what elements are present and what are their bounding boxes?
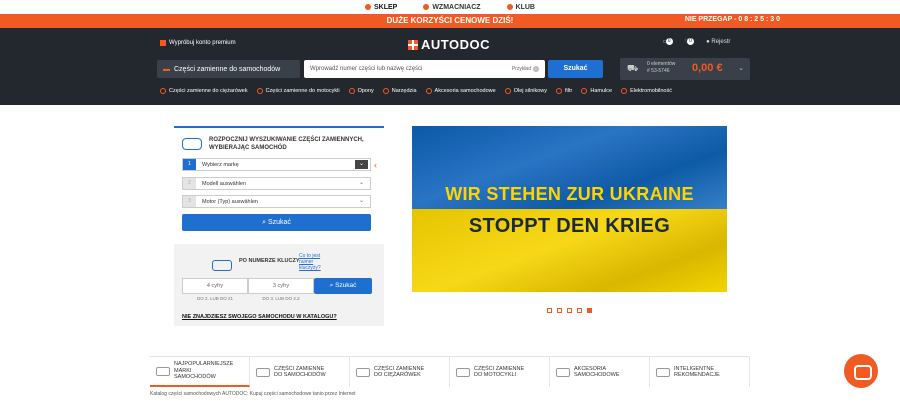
user-icon: ● xyxy=(706,38,710,45)
chevron-down-icon: ⌄ xyxy=(358,180,365,186)
tab-recommendations[interactable]: INTELIGENTNE REKOMENDACJE xyxy=(650,357,750,387)
car-brand-icon xyxy=(156,366,170,376)
category-oil[interactable]: Olej silnikowy xyxy=(504,88,547,94)
recommendation-icon xyxy=(656,367,670,377)
key-hint-2: DO 3. LUB DO 2.2 xyxy=(262,296,300,301)
search-icon: ⌕ xyxy=(329,282,334,289)
logo-cross-icon xyxy=(408,39,418,50)
brand-select[interactable]: 1 Wybierz markę ⌄ xyxy=(182,158,371,171)
carousel-dot[interactable] xyxy=(547,308,552,313)
search-button[interactable]: Szukać xyxy=(548,60,603,78)
shop-icon xyxy=(364,4,371,10)
amplifier-icon xyxy=(423,4,430,10)
wishlist-badge: 0 xyxy=(687,38,695,45)
accessory-icon xyxy=(425,88,432,94)
model-select[interactable]: 2 Modell auswählen ⌄ xyxy=(182,177,371,190)
cart-number: # 53-5746 xyxy=(647,68,670,74)
nav-club[interactable]: KLUB xyxy=(506,4,535,11)
category-menu-button[interactable]: ▬ Części zamienne do samochodów xyxy=(157,60,300,78)
category-motorcycles[interactable]: Części zamienne do motocykli xyxy=(256,88,340,94)
category-brakes[interactable]: Hamulce xyxy=(581,88,612,94)
garage-badge: 0 xyxy=(665,38,673,45)
cart-icon: ⛟ xyxy=(627,63,639,73)
carousel-dot[interactable] xyxy=(567,308,572,313)
category-tires[interactable]: Opony xyxy=(348,88,374,94)
category-filter[interactable]: filtr xyxy=(556,88,572,94)
top-nav: SKLEP WZMACNIACZ KLUB xyxy=(0,0,900,14)
header: Wypróbuj konto premium AUTODOC ▭0 ♡0 ● R… xyxy=(0,28,900,105)
truck-icon xyxy=(356,367,370,377)
tool-icon xyxy=(382,88,389,94)
carousel-dots xyxy=(547,308,592,313)
selector-title: ROZPOCZNIJ WYSZUKIWANIE CZĘŚCI ZAMIENNYC… xyxy=(209,137,364,151)
cart-button[interactable]: ⛟ 0 elementów # 53-5746 0,00 € ⌄ xyxy=(620,58,750,80)
premium-icon xyxy=(160,40,166,46)
category-emobility[interactable]: Elektromobilność xyxy=(621,88,672,94)
search-input[interactable]: Wprowadź numer części lub nazwę części Pr… xyxy=(304,60,545,78)
key-number-input-4[interactable]: 4 cyfry xyxy=(182,278,248,294)
promo-bar[interactable]: DUŻE KORZYŚCI CENOWE DZIŚ! NIE PRZEGAP -… xyxy=(0,14,900,28)
chevron-down-icon: ⌄ xyxy=(358,198,365,204)
catalog-tabs: NAJPOPULARNIEJSZE MARKI SAMOCHODÓW CZĘŚCI … xyxy=(150,356,750,387)
cart-price: 0,00 € xyxy=(692,62,723,74)
header-icons: ▭0 ♡0 ● Rejestr xyxy=(663,38,730,45)
tab-motorcycle-parts[interactable]: CZĘŚCI ZAMIENNE DO MOTOCYKLI xyxy=(450,357,550,387)
search-icon: ⌕ xyxy=(262,219,266,226)
key-search-button[interactable]: ⌕ Szukać xyxy=(314,278,372,294)
hero-banner[interactable]: WIR STEHEN ZUR UKRAINE STOPPT DEN KRIEG xyxy=(412,126,727,292)
banner-line-1: WIR STEHEN ZUR UKRAINE xyxy=(445,184,694,204)
footer-text: Katalog części samochodowych AUTODOC: Ku… xyxy=(150,391,356,397)
club-icon xyxy=(506,4,513,10)
tire-icon xyxy=(348,88,355,94)
chevron-down-icon: ⌄ xyxy=(355,160,368,169)
register-link[interactable]: ● Rejestr xyxy=(706,39,730,45)
promo-countdown: NIE PRZEGAP - 0 8 : 2 5 : 3 0 xyxy=(684,16,780,23)
motorcycle-icon xyxy=(456,367,470,377)
wishlist-button[interactable]: ♡0 xyxy=(685,38,695,45)
motorcycle-icon xyxy=(256,88,263,94)
key-hint-1: DO 2. LUB DO 21 xyxy=(196,296,233,301)
key-car-icon xyxy=(212,260,232,271)
key-number-input-3[interactable]: 3 cyfry xyxy=(248,278,314,294)
chevron-down-icon: ⌄ xyxy=(738,65,744,72)
truck-icon xyxy=(160,88,166,94)
key-number-help-link[interactable]: Co to jest numer kluczyży? xyxy=(299,253,321,271)
tab-car-parts[interactable]: CZĘŚCI ZAMIENNE DO SAMOCHODÓW xyxy=(250,357,350,387)
search-example[interactable]: Przykład i xyxy=(512,66,539,72)
plug-icon xyxy=(621,88,628,94)
info-icon: i xyxy=(533,66,539,72)
nav-amplifier[interactable]: WZMACNIACZ xyxy=(423,4,481,11)
selector-search-button[interactable]: ⌕ Szukać xyxy=(182,214,371,231)
carousel-dot[interactable] xyxy=(557,308,562,313)
brake-icon xyxy=(581,88,588,94)
category-nav: Części zamienne do ciężarówek Części zam… xyxy=(160,88,672,94)
key-number-title: PO NUMERZE KLUCZY xyxy=(239,258,300,264)
cart-count: 0 elementów xyxy=(647,61,676,67)
filter-icon xyxy=(556,88,563,94)
carousel-dot[interactable] xyxy=(577,308,582,313)
car-icon: ▬ xyxy=(163,65,170,73)
car-not-found-link[interactable]: NIE ZNAJDZIESZ SWOJEGO SAMOCHODU W KATAL… xyxy=(182,314,337,320)
tab-popular-brands[interactable]: NAJPOPULARNIEJSZE MARKI SAMOCHODÓW xyxy=(150,357,250,387)
chevron-left-icon[interactable]: ‹ xyxy=(374,160,377,170)
accessory-icon xyxy=(556,367,570,377)
car-selector-panel: ROZPOCZNIJ WYSZUKIWANIE CZĘŚCI ZAMIENNYC… xyxy=(174,126,384,326)
category-tools[interactable]: Narzędzia xyxy=(382,88,417,94)
category-trucks[interactable]: Części zamienne do ciężarówek xyxy=(160,88,248,94)
car-part-icon xyxy=(256,367,270,377)
garage-button[interactable]: ▭0 xyxy=(663,38,673,45)
car-icon xyxy=(182,138,202,150)
logo[interactable]: AUTODOC xyxy=(408,37,490,52)
tab-truck-parts[interactable]: CZĘŚCI ZAMIENNE DO CIĘŻARÓWEK xyxy=(350,357,450,387)
chat-button[interactable] xyxy=(844,354,878,388)
oil-icon xyxy=(504,88,511,94)
tab-accessories[interactable]: AKCESORIA SAMOCHODOWE xyxy=(550,357,650,387)
premium-link[interactable]: Wypróbuj konto premium xyxy=(160,40,236,46)
nav-shop[interactable]: SKLEP xyxy=(364,4,397,11)
category-accessories[interactable]: Akcesoria samochodowe xyxy=(425,88,496,94)
engine-select[interactable]: 3 Motor (Typ) auswählen ⌄ xyxy=(182,195,371,208)
banner-line-2: STOPPT DEN KRIEG xyxy=(468,215,671,237)
carousel-dot[interactable] xyxy=(587,308,592,313)
